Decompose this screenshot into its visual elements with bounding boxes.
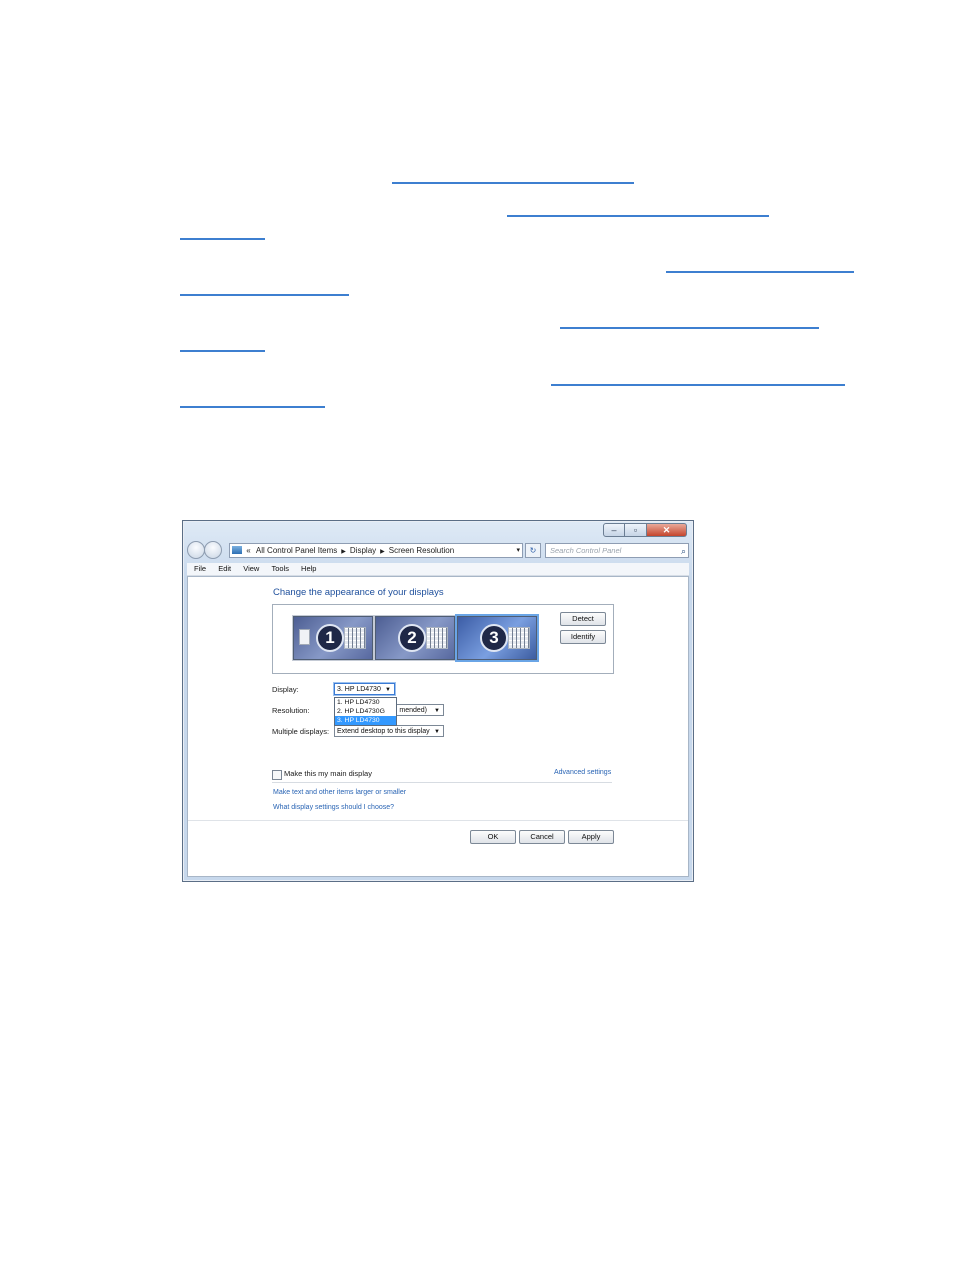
monitor-1[interactable]: 1 (293, 616, 373, 660)
doc-link-5a[interactable] (551, 384, 845, 386)
display-option-3[interactable]: 3. HP LD4730 (335, 716, 396, 725)
address-dropdown-icon[interactable]: ▾ (516, 544, 520, 557)
doc-link-3a[interactable] (666, 271, 854, 273)
doc-link-4a[interactable] (560, 327, 819, 329)
app-grid-icon (344, 627, 366, 649)
monitor-number: 2 (398, 624, 426, 652)
breadcrumb-separator-icon: ▶ (380, 549, 385, 555)
address-bar[interactable]: « All Control Panel Items ▶ Display ▶ Screen… (229, 543, 523, 558)
doc-link-2b[interactable] (180, 238, 265, 240)
control-panel-icon (232, 546, 242, 554)
display-option-1[interactable]: 1. HP LD4730 (335, 698, 396, 707)
breadcrumb-screen-resolution[interactable]: Screen Resolution (389, 546, 454, 555)
display-help-link[interactable]: What display settings should I choose? (273, 804, 394, 811)
chevron-down-icon: ▼ (434, 708, 440, 714)
back-button[interactable] (187, 541, 205, 559)
section-divider (272, 782, 612, 783)
menu-help[interactable]: Help (301, 564, 316, 573)
display-dropdown-list: 1. HP LD4730 2. HP LD4730G 3. HP LD4730 (334, 697, 397, 726)
multiple-displays-select[interactable]: Extend desktop to this display ▼ (334, 725, 444, 737)
detect-button[interactable]: Detect (560, 612, 606, 626)
doc-link-5b[interactable] (180, 406, 325, 408)
footer-divider (188, 820, 688, 821)
breadcrumb-separator-icon: ▶ (341, 549, 346, 555)
apply-button[interactable]: Apply (568, 830, 614, 844)
monitor-3[interactable]: 3 (457, 616, 537, 660)
chevron-down-icon: ▼ (385, 687, 391, 693)
monitor-2[interactable]: 2 (375, 616, 455, 660)
menu-file[interactable]: File (194, 564, 206, 573)
chevron-down-icon: ▼ (434, 729, 440, 735)
doc-link-3b[interactable] (180, 294, 349, 296)
doc-link-2a[interactable] (507, 215, 769, 217)
ok-button[interactable]: OK (470, 830, 516, 844)
screen-resolution-window: – ▫ ✕ « All Control Panel Items ▶ Display ▶… (182, 520, 694, 882)
page-title: Change the appearance of your displays (273, 587, 444, 598)
cancel-button[interactable]: Cancel (519, 830, 565, 844)
display-select[interactable]: 3. HP LD4730 ▼ (334, 683, 395, 695)
menu-view[interactable]: View (243, 564, 259, 573)
app-grid-icon (508, 627, 530, 649)
minimize-button[interactable]: – (603, 523, 625, 537)
advanced-settings-link[interactable]: Advanced settings (554, 769, 611, 776)
resolution-label: Resolution: (272, 706, 310, 715)
multiple-displays-label: Multiple displays: (272, 727, 330, 736)
menu-edit[interactable]: Edit (218, 564, 231, 573)
main-display-label: Make this my main display (284, 769, 372, 778)
app-grid-icon (426, 627, 448, 649)
content-pane: Change the appearance of your displays 1… (187, 576, 689, 877)
menu-tools[interactable]: Tools (271, 564, 289, 573)
address-chevrons: « (246, 546, 251, 555)
resolution-value: mended) (399, 707, 427, 714)
forward-button[interactable] (204, 541, 222, 559)
breadcrumb-display[interactable]: Display (350, 546, 376, 555)
text-size-link[interactable]: Make text and other items larger or smal… (273, 789, 406, 796)
maximize-button[interactable]: ▫ (625, 523, 647, 537)
refresh-button[interactable]: ↻ (525, 543, 541, 558)
doc-link-4b[interactable] (180, 350, 265, 352)
display-value: 3. HP LD4730 (337, 686, 381, 693)
main-display-checkbox[interactable] (272, 770, 282, 780)
breadcrumb-all-items[interactable]: All Control Panel Items (256, 546, 337, 555)
caption-buttons: – ▫ ✕ (603, 523, 687, 537)
search-icon[interactable]: ⌕ (681, 545, 686, 558)
close-button[interactable]: ✕ (647, 523, 687, 537)
display-option-2[interactable]: 2. HP LD4730G (335, 707, 396, 716)
search-placeholder: Search Control Panel (550, 546, 622, 555)
multiple-displays-value: Extend desktop to this display (337, 728, 430, 735)
menu-bar: File Edit View Tools Help (187, 563, 689, 576)
search-input[interactable]: Search Control Panel ⌕ (545, 543, 689, 558)
document-icon (299, 629, 310, 645)
monitor-number: 3 (480, 624, 508, 652)
doc-link-1[interactable] (392, 182, 634, 184)
monitor-number: 1 (316, 624, 344, 652)
monitor-arrangement: 1 2 3 Detect Identify (272, 604, 614, 674)
identify-button[interactable]: Identify (560, 630, 606, 644)
navigation-bar: « All Control Panel Items ▶ Display ▶ Screen… (187, 541, 689, 561)
display-label: Display: (272, 685, 299, 694)
